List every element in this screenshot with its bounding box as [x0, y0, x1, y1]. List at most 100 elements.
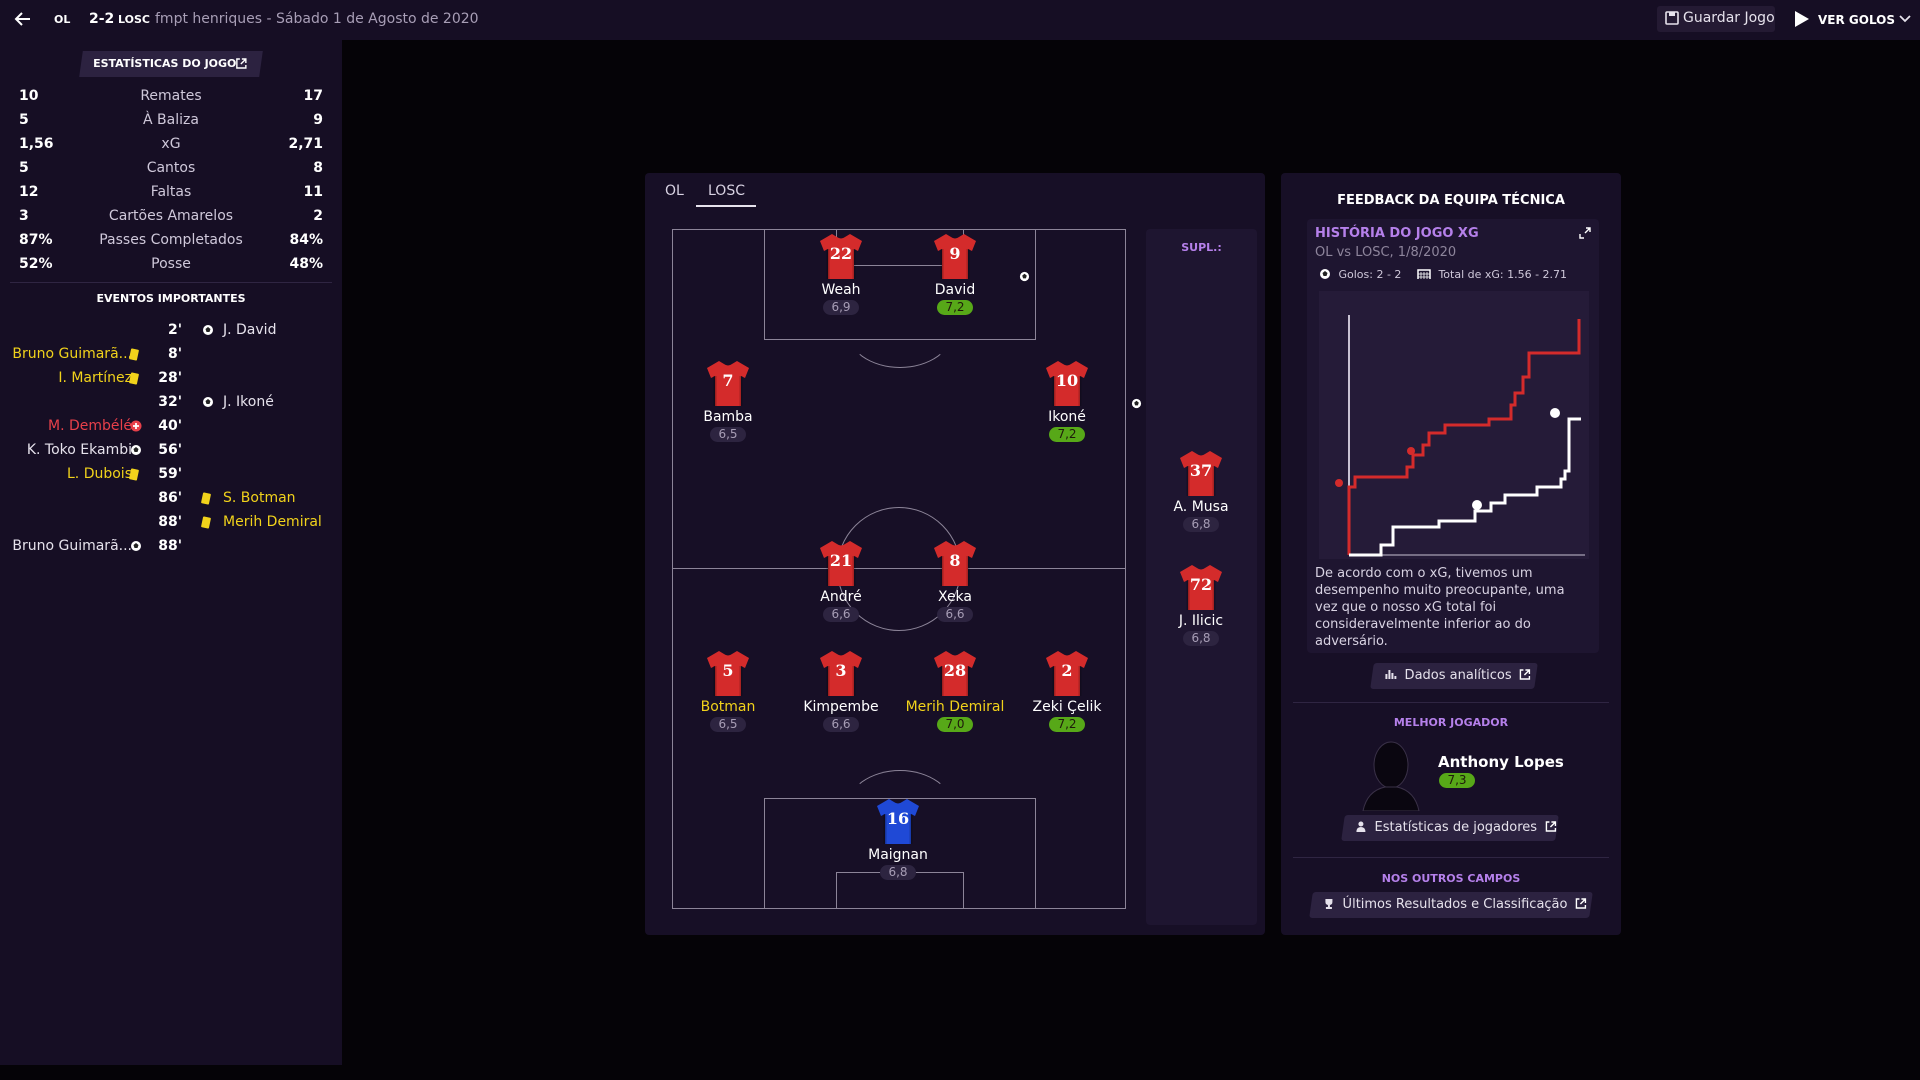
player-name: Maignan [868, 847, 928, 863]
event-player-home[interactable]: I. Martínez [58, 370, 132, 386]
event-row: M. Dembélé 40' [0, 414, 342, 438]
expand-icon[interactable] [1579, 227, 1591, 243]
event-row: Bruno Guimarã... 8' [0, 342, 342, 366]
key-events-header: EVENTOS IMPORTANTES [96, 292, 246, 305]
match-score: 2-2 [89, 11, 115, 27]
xg-line-ol [1349, 417, 1581, 557]
player-name: David [934, 282, 976, 298]
stat-row: 5 À Baliza 9 [0, 108, 342, 132]
stat-away: 48% [289, 256, 323, 272]
view-goals-button[interactable]: VER GOLOS [1792, 6, 1912, 32]
event-player-home[interactable]: L. Dubois [67, 466, 132, 482]
player-rating: 6,5 [710, 717, 746, 732]
event-player-away[interactable]: Merih Demiral [223, 514, 322, 530]
save-match-label: Guardar Jogo [1683, 10, 1775, 26]
stat-row: 3 Cartões Amarelos 2 [0, 204, 342, 228]
trophy-icon [1325, 899, 1333, 909]
analytics-button[interactable]: Dados analíticos [1370, 663, 1538, 689]
stat-row: 1,56 xG 2,71 [0, 132, 342, 156]
event-minute: 88' [158, 538, 182, 554]
player-stats-button[interactable]: Estatísticas de jogadores [1341, 815, 1559, 841]
divider [1293, 857, 1609, 858]
active-tab-underline [696, 205, 756, 207]
player-name: Weah [821, 282, 861, 298]
save-match-button[interactable]: Guardar Jogo [1657, 6, 1775, 32]
yellow-card-icon [128, 348, 140, 361]
event-player-away[interactable]: S. Botman [223, 490, 296, 506]
shirt-icon: 21 [818, 539, 864, 587]
chevron-down-icon[interactable] [1898, 12, 1912, 26]
goal-marker [1472, 500, 1482, 510]
stat-row: 5 Cantos 8 [0, 156, 342, 180]
shirt-number: 21 [829, 551, 853, 570]
player-rating: 7,0 [937, 717, 973, 732]
event-player-away[interactable]: J. David [223, 322, 276, 338]
goal-marker [1407, 447, 1415, 455]
best-player-name[interactable]: Anthony Lopes [1438, 753, 1564, 771]
yellow-card-icon [200, 492, 212, 505]
external-link-icon [1575, 898, 1587, 909]
home-team-abbrev[interactable]: OL [54, 13, 70, 26]
stat-name: À Baliza [143, 112, 199, 128]
shirt-number: 16 [886, 809, 910, 828]
player-rating: 7,2 [1049, 427, 1085, 442]
tab-ol[interactable]: OL [665, 183, 684, 199]
player-name: André [820, 589, 862, 605]
player-rating: 6,8 [1183, 517, 1219, 532]
goal-marker [1335, 479, 1343, 487]
stat-away: 11 [303, 184, 323, 200]
event-player-home[interactable]: Bruno Guimarã... [12, 538, 132, 554]
event-minute: 88' [158, 514, 182, 530]
stat-name: Cartões Amarelos [108, 208, 234, 224]
player-rating: 6,8 [880, 865, 916, 880]
external-link-icon [1520, 669, 1531, 680]
event-row: I. Martínez 28' [0, 366, 342, 390]
player-name: Botman [700, 699, 756, 715]
away-team-abbrev[interactable]: LOSC [118, 13, 150, 26]
player-avatar [1361, 737, 1421, 812]
player-name: Merih Demiral [905, 699, 1005, 715]
tab-losc[interactable]: LOSC [708, 183, 745, 199]
player-rating: 7,2 [1049, 717, 1085, 732]
shirt-number: 3 [835, 661, 847, 680]
stat-row: 52% Posse 48% [0, 252, 342, 276]
shirt-number: 10 [1055, 371, 1079, 390]
player-name: Zeki Çelik [1032, 699, 1102, 715]
stat-away: 84% [289, 232, 323, 248]
latest-results-button[interactable]: Últimos Resultados e Classificação [1309, 892, 1593, 918]
shirt-number: 5 [722, 661, 734, 680]
match-stats-panel: ESTATÍSTICAS DO JOGO 10 Remates 17 5 À B… [0, 40, 342, 1065]
match-stats-header-button[interactable]: ESTATÍSTICAS DO JOGO [79, 51, 263, 77]
event-row: L. Dubois 59' [0, 462, 342, 486]
player-rating: 6,6 [823, 607, 859, 622]
yellow-card-icon [128, 372, 140, 385]
stat-name: Cantos [146, 160, 196, 176]
player-name: A. Musa [1173, 499, 1229, 515]
shirt-number: 37 [1189, 461, 1213, 480]
event-row: Bruno Guimarã... 88' [0, 534, 342, 558]
shirt-icon: 10 [1044, 359, 1090, 407]
player-name: Kimpembe [803, 699, 879, 715]
shirt-icon: 7 [705, 359, 751, 407]
shirt-icon: 72 [1178, 563, 1224, 611]
shirt-icon: 5 [705, 649, 751, 697]
event-row: 2' J. David [0, 318, 342, 342]
player-rating: 6,6 [823, 717, 859, 732]
xg-plot-svg [1335, 315, 1585, 557]
back-arrow-icon[interactable] [12, 8, 34, 30]
event-player-home[interactable]: M. Dembélé [48, 418, 132, 434]
shirt-icon: 37 [1178, 449, 1224, 497]
event-player-home[interactable]: K. Toko Ekambi [27, 442, 132, 458]
event-player-away[interactable]: J. Ikoné [223, 394, 274, 410]
ball-icon [202, 396, 214, 412]
stat-away: 17 [303, 88, 323, 104]
xg-total-legend: Total de xG: 1.56 - 2.71 [1438, 268, 1568, 281]
stat-away: 2,71 [288, 136, 323, 152]
player-name: Bamba [703, 409, 753, 425]
ball-icon [202, 324, 214, 340]
event-player-home[interactable]: Bruno Guimarã... [12, 346, 132, 362]
stat-name: Faltas [150, 184, 192, 200]
match-stats-header: ESTATÍSTICAS DO JOGO [93, 57, 237, 70]
goal-ball-icon [1131, 398, 1142, 413]
event-minute: 2' [167, 322, 182, 338]
